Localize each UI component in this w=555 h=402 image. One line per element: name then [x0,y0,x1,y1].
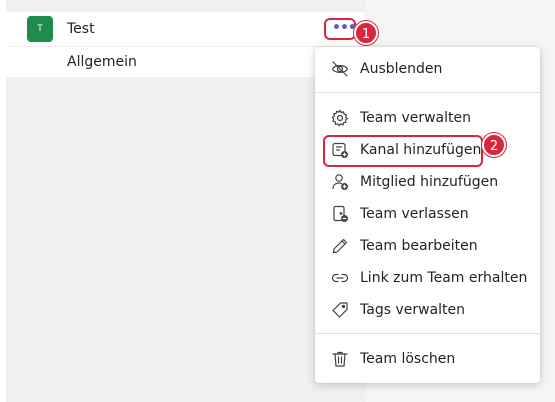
leave-door-icon [331,205,349,223]
menu-item-add-member[interactable]: Mitglied hinzufügen [315,167,540,197]
highlight-add-channel [323,135,483,167]
menu-item-hide[interactable]: Ausblenden [315,54,540,84]
step-badge-1: 1 [354,21,378,45]
team-name: Test [67,21,95,37]
link-icon [331,269,349,287]
more-options-button[interactable]: ••• [324,18,357,40]
team-avatar: T [27,16,53,42]
menu-item-label: Team verlassen [360,206,469,222]
channel-name: Allgemein [67,54,137,70]
menu-item-label: Team bearbeiten [360,238,478,254]
menu-item-label: Mitglied hinzufügen [360,174,499,190]
menu-divider [315,333,540,334]
eye-off-icon [331,60,349,78]
menu-divider [315,92,540,93]
menu-item-label: Team verwalten [360,110,472,126]
menu-item-label: Link zum Team erhalten [360,270,528,286]
tag-icon [331,301,349,319]
pencil-icon [331,237,349,255]
menu-item-manage-team[interactable]: Team verwalten [315,103,540,133]
menu-item-label: Team löschen [360,351,456,367]
gear-icon [331,109,349,127]
team-context-menu: Ausblenden Team verwalten Kanal hinzufüg… [315,47,540,383]
team-row[interactable]: T Test ••• [6,12,365,46]
menu-item-label: Ausblenden [360,61,443,77]
menu-item-manage-tags[interactable]: Tags verwalten [315,295,540,325]
menu-item-edit-team[interactable]: Team bearbeiten [315,231,540,261]
trash-icon [331,350,349,368]
menu-item-get-link[interactable]: Link zum Team erhalten [315,263,540,293]
menu-item-leave-team[interactable]: Team verlassen [315,199,540,229]
menu-item-label: Tags verwalten [360,302,465,318]
channel-row[interactable]: Allgemein [6,47,365,77]
step-badge-2: 2 [482,133,506,157]
add-person-icon [331,173,349,191]
menu-item-delete-team[interactable]: Team löschen [315,344,540,374]
more-options-icon: ••• [332,20,357,36]
